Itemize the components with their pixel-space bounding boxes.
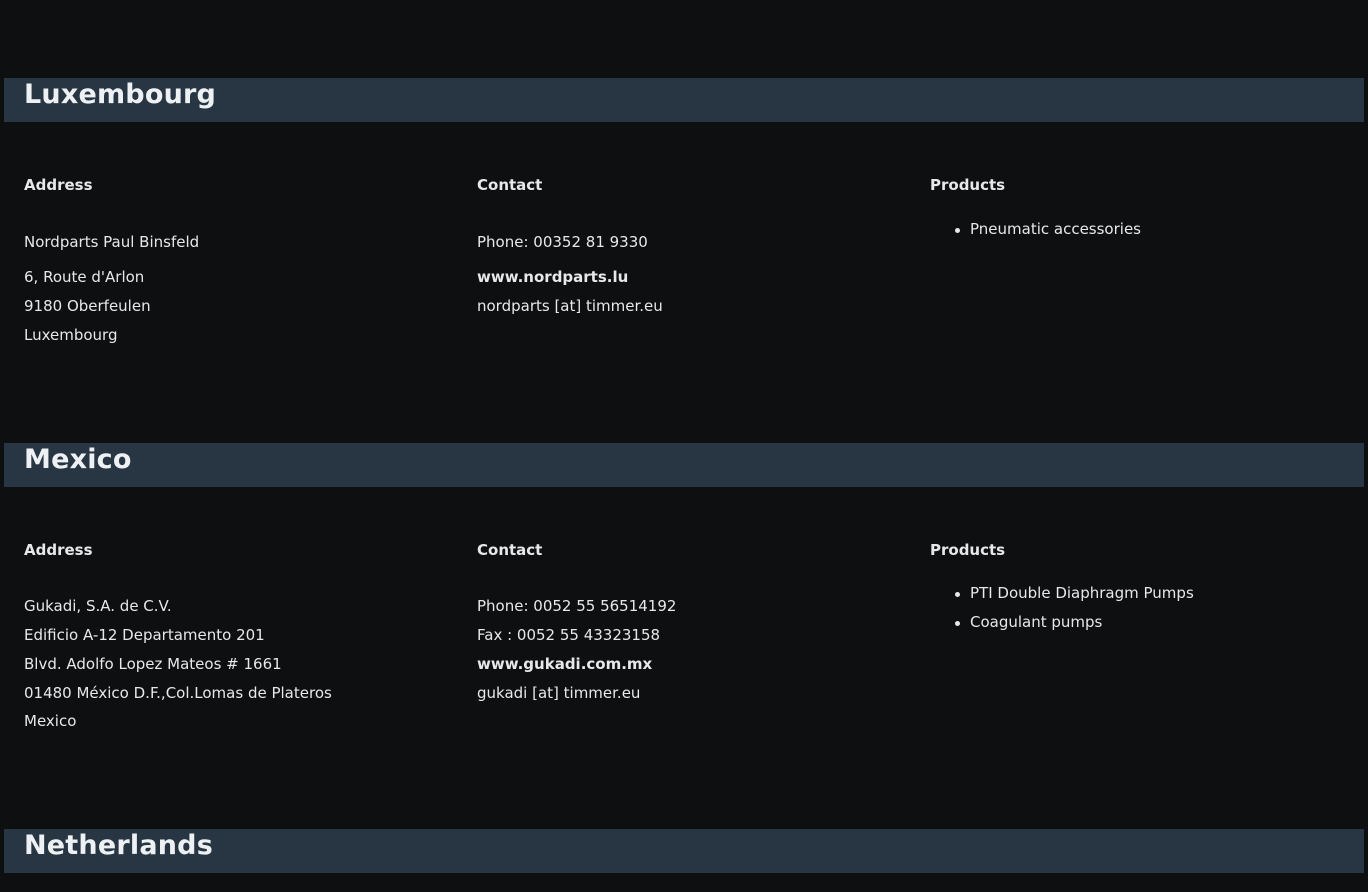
country-section-netherlands: Netherlands: [0, 0, 1368, 892]
country-header-bar: Netherlands: [4, 829, 1364, 873]
country-title: Netherlands: [24, 830, 213, 861]
